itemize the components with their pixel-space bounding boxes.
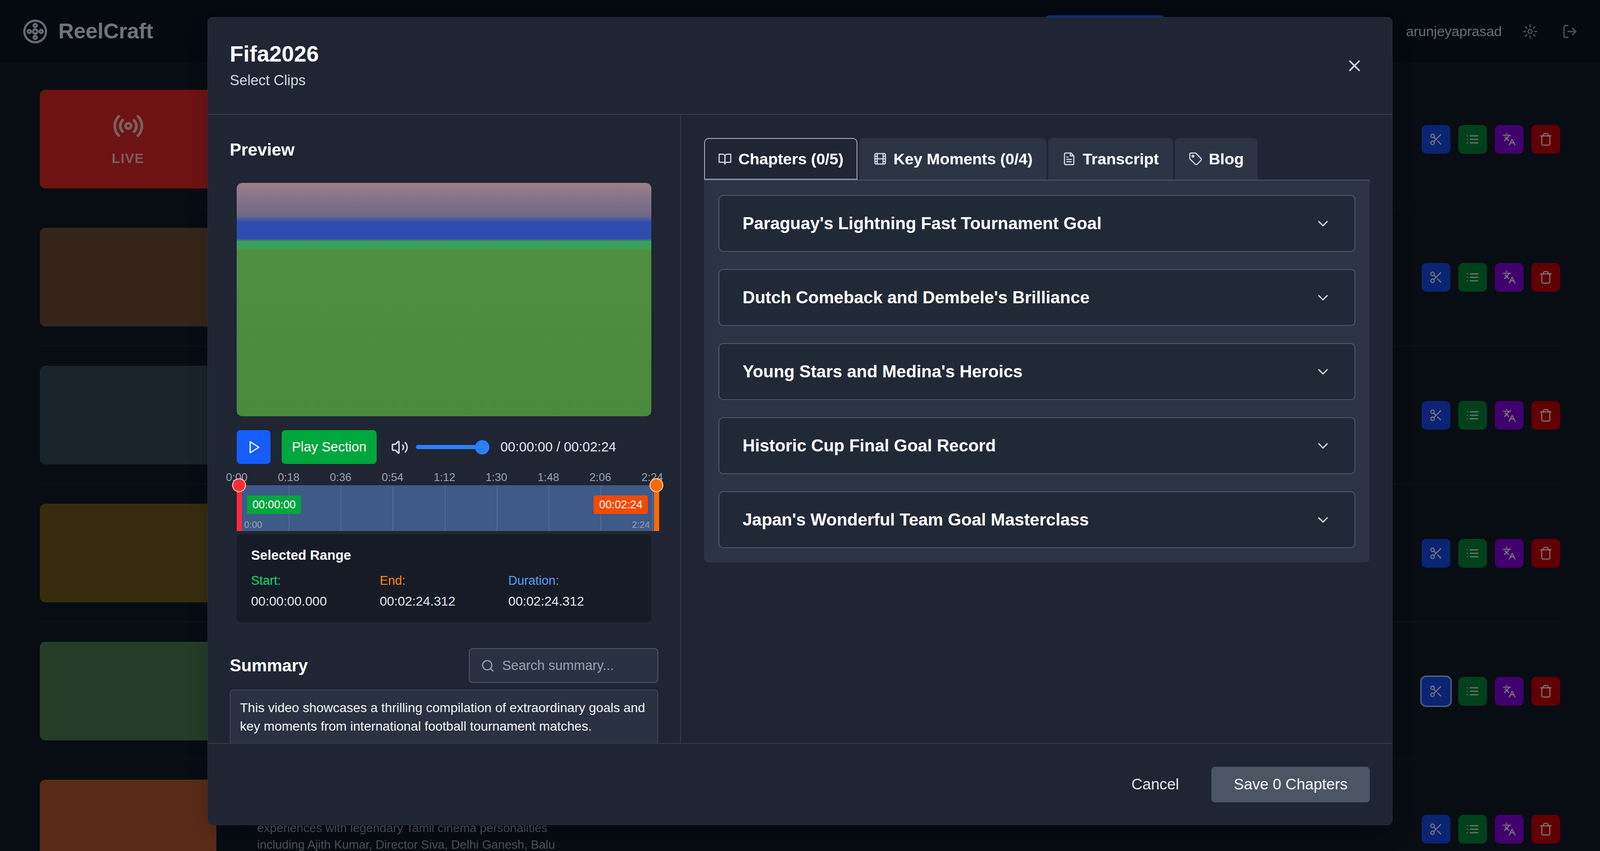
clip-modal: Fifa2026Select ClipsPreviewPlay Section0… — [207, 17, 1393, 826]
grid-line — [392, 485, 394, 532]
grid-line — [340, 485, 342, 532]
range-start-label: Start: — [251, 571, 380, 591]
track-end-label: 2:24 — [631, 520, 650, 530]
volume-slider[interactable] — [415, 445, 490, 450]
chapter-item[interactable]: Japan's Wonderful Team Goal Masterclass — [718, 491, 1356, 549]
modal-title: Fifa2026 — [229, 40, 319, 69]
start-badge: 00:00:00 — [246, 495, 302, 515]
range-end-label: End: — [379, 571, 509, 591]
play-section-button[interactable]: Play Section — [281, 430, 377, 465]
book-icon — [718, 151, 732, 166]
range-duration-value: 00:02:24.312 — [508, 592, 637, 612]
chapter-item[interactable]: Paraguay's Lightning Fast Tournament Goa… — [718, 195, 1356, 252]
cancel-button[interactable]: Cancel — [1117, 765, 1193, 804]
tick-label: 1:30 — [485, 470, 508, 485]
chapter-title: Historic Cup Final Goal Record — [742, 433, 996, 460]
range-heading: Selected Range — [251, 545, 637, 567]
timeline-track[interactable]: 00:00:00 00:02:24 0:00 2:24 — [236, 485, 660, 532]
modal-footer: Cancel Save 0 Chapters — [207, 743, 1393, 826]
tick-label: 0:18 — [277, 470, 300, 485]
grid-line — [548, 485, 550, 532]
player-controls: Play Section 00:00:00 / 00:02:24 — [236, 430, 652, 465]
range-duration: Duration:00:02:24.312 — [508, 571, 637, 612]
modal-backdrop[interactable]: Fifa2026Select ClipsPreviewPlay Section0… — [0, 0, 1600, 851]
end-handle[interactable] — [654, 485, 660, 532]
play-icon — [246, 440, 262, 455]
volume-knob[interactable] — [474, 440, 490, 455]
chapter-title: Japan's Wonderful Team Goal Masterclass — [742, 507, 1090, 534]
tick-label: 1:48 — [537, 470, 560, 485]
tick-label: 1:12 — [433, 470, 456, 485]
save-button[interactable]: Save 0 Chapters — [1211, 767, 1370, 803]
player: Play Section00:00:00 / 00:02:240:000:180… — [229, 182, 659, 623]
range-box: Selected Range Start:00:00:00.000End:00:0… — [236, 534, 652, 623]
play-button[interactable] — [236, 430, 271, 465]
time-display: 00:00:00 / 00:02:24 — [500, 437, 617, 458]
start-handle[interactable] — [236, 485, 242, 532]
tab-label: Transcript — [1082, 147, 1159, 171]
range-start-value: 00:00:00.000 — [251, 592, 380, 612]
chapter-item[interactable]: Young Stars and Medina's Heroics — [718, 343, 1356, 401]
range-end-value: 00:02:24.312 — [379, 592, 509, 612]
timeline: 0:00 0:18 0:36 0:54 1:12 1:30 1:48 2:06 2:24 00:0… — [236, 464, 652, 532]
summary-header: Summary — [229, 648, 659, 684]
summary-heading: Summary — [229, 653, 309, 680]
close-icon[interactable] — [1345, 56, 1364, 76]
track-start-label: 0:00 — [244, 520, 263, 530]
grid-line — [444, 485, 446, 532]
end-handle-knob[interactable] — [649, 478, 664, 493]
modal-subtitle: Select Clips — [229, 69, 319, 92]
timeline-ticks: 0:000:180:360:541:121:301:482:062:24 — [236, 470, 653, 485]
grid-line — [652, 485, 654, 532]
video-frame[interactable] — [236, 182, 652, 417]
summary-text: This video showcases a thrilling compila… — [239, 699, 649, 737]
summary-search-input[interactable] — [502, 655, 647, 677]
tab-label: Key Moments (0/4) — [893, 147, 1033, 171]
chapter-title: Young Stars and Medina's Heroics — [742, 359, 1023, 385]
chapter-title: Paraguay's Lightning Fast Tournament Goa… — [742, 210, 1102, 237]
chapter-item[interactable]: Dutch Comeback and Dembele's Brilliance — [718, 269, 1356, 327]
grid-line — [496, 485, 498, 532]
tick-label: 0:36 — [329, 470, 352, 485]
tag-icon — [1188, 151, 1203, 166]
chevron-down-icon — [1314, 215, 1332, 233]
chapter-item[interactable]: Historic Cup Final Goal Record — [718, 417, 1356, 475]
range-duration-label: Duration: — [508, 571, 637, 591]
tab[interactable]: Chapters (0/5) — [704, 138, 858, 180]
range-values: Start:00:00:00.000End:00:02:24.312Durati… — [251, 571, 637, 612]
range-start: Start:00:00:00.000 — [251, 571, 380, 612]
search-icon — [480, 659, 495, 674]
tab[interactable]: Key Moments (0/4) — [859, 138, 1047, 180]
document-icon — [1062, 151, 1077, 166]
modal-title-block: Fifa2026Select Clips — [229, 40, 319, 92]
clips-panel: Chapters (0/5) Key Moments (0/4) Transcrip… — [680, 114, 1393, 744]
range-end: End:00:02:24.312 — [379, 571, 509, 612]
summary-search[interactable] — [468, 648, 659, 684]
tab-label: Blog — [1209, 147, 1245, 171]
tab-bar: Chapters (0/5) Key Moments (0/4) Transcrip… — [704, 138, 1370, 181]
modal-body: Preview Play Section 00:00:00 / 00:02:24 0:… — [207, 114, 1393, 744]
end-badge: 00:02:24 — [593, 495, 649, 515]
start-handle-knob[interactable] — [232, 478, 246, 493]
modal-header: Fifa2026Select Clips — [207, 17, 1393, 115]
tab[interactable]: Blog — [1174, 138, 1259, 180]
volume-icon[interactable] — [390, 438, 409, 457]
tab[interactable]: Transcript — [1048, 138, 1173, 180]
chevron-down-icon — [1314, 289, 1332, 307]
film-icon — [873, 151, 888, 166]
preview-panel: Preview Play Section 00:00:00 / 00:02:24 0:… — [207, 114, 681, 744]
chevron-down-icon — [1314, 437, 1332, 455]
tab-label: Chapters (0/5) — [738, 147, 844, 171]
preview-heading: Preview — [229, 138, 659, 162]
tick-label: 2:06 — [589, 470, 612, 485]
summary-box: This video showcases a thrilling compila… — [229, 689, 659, 744]
chevron-down-icon — [1314, 363, 1332, 381]
chapter-title: Dutch Comeback and Dembele's Brilliance — [742, 284, 1090, 311]
tick-label: 0:54 — [381, 470, 404, 485]
chapter-list: Paraguay's Lightning Fast Tournament Goa… — [704, 180, 1370, 563]
chevron-down-icon — [1314, 511, 1332, 529]
